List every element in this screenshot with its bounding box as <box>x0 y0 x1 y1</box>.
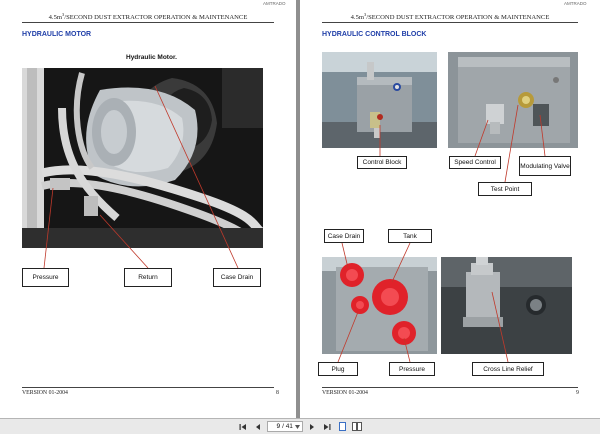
page-header: 4.5m3/SECOND DUST EXTRACTOR OPERATION & … <box>350 12 550 22</box>
footer-version: VERSION 01-2004 <box>22 390 68 396</box>
label-tank: Tank <box>388 229 432 243</box>
logo: AMTRADO <box>564 1 587 6</box>
valve-block-photo <box>448 52 578 148</box>
total-pages: / 41 <box>282 423 293 430</box>
header-rule <box>322 22 578 23</box>
control-block-photo <box>322 52 437 148</box>
label-pressure: Pressure <box>22 268 69 287</box>
section-title: HYDRAULIC MOTOR <box>22 31 92 38</box>
label-test-point: Test Point <box>478 182 532 196</box>
first-page-icon[interactable] <box>237 421 248 432</box>
footer-version: VERSION 01-2004 <box>322 390 368 396</box>
single-page-view-icon[interactable] <box>337 421 348 432</box>
hydraulic-motor-photo <box>22 68 263 248</box>
label-modulating-valve: Modulating Valve <box>519 156 571 176</box>
page-number: 9 <box>576 390 579 396</box>
photo-caption: Hydraulic Motor. <box>126 54 177 61</box>
page-navigation-toolbar: / 41 <box>0 418 600 434</box>
current-page-input[interactable] <box>270 423 281 430</box>
label-case-drain: Case Drain <box>213 268 261 287</box>
section-title: HYDRAULIC CONTROL BLOCK <box>322 31 427 38</box>
chevron-down-icon <box>294 424 300 429</box>
label-return: Return <box>124 268 172 287</box>
logo: AMTRADO <box>263 1 286 6</box>
label-plug: Plug <box>318 362 358 376</box>
label-cross-line-relief: Cross Line Relief <box>472 362 544 376</box>
label-speed-control: Speed Control <box>449 156 501 169</box>
left-page: AMTRADO 4.5m3/SECOND DUST EXTRACTOR OPER… <box>0 0 296 418</box>
page-header: 4.5m3/SECOND DUST EXTRACTOR OPERATION & … <box>48 12 248 22</box>
label-case-drain: Case Drain <box>324 229 364 243</box>
footer-rule <box>322 387 578 388</box>
page-indicator: / 41 <box>267 421 303 432</box>
footer-rule <box>22 387 274 388</box>
last-page-icon[interactable] <box>322 421 333 432</box>
cross-line-relief-photo <box>441 257 572 354</box>
right-page: AMTRADO 4.5m3/SECOND DUST EXTRACTOR OPER… <box>300 0 600 418</box>
next-page-icon[interactable] <box>307 421 318 432</box>
page-number: 8 <box>276 390 279 396</box>
label-control-block: Control Block <box>357 156 407 169</box>
port-block-photo <box>322 257 437 354</box>
double-page-view-icon[interactable] <box>352 421 363 432</box>
header-rule <box>22 22 274 23</box>
prev-page-icon[interactable] <box>252 421 263 432</box>
label-pressure: Pressure <box>389 362 435 376</box>
